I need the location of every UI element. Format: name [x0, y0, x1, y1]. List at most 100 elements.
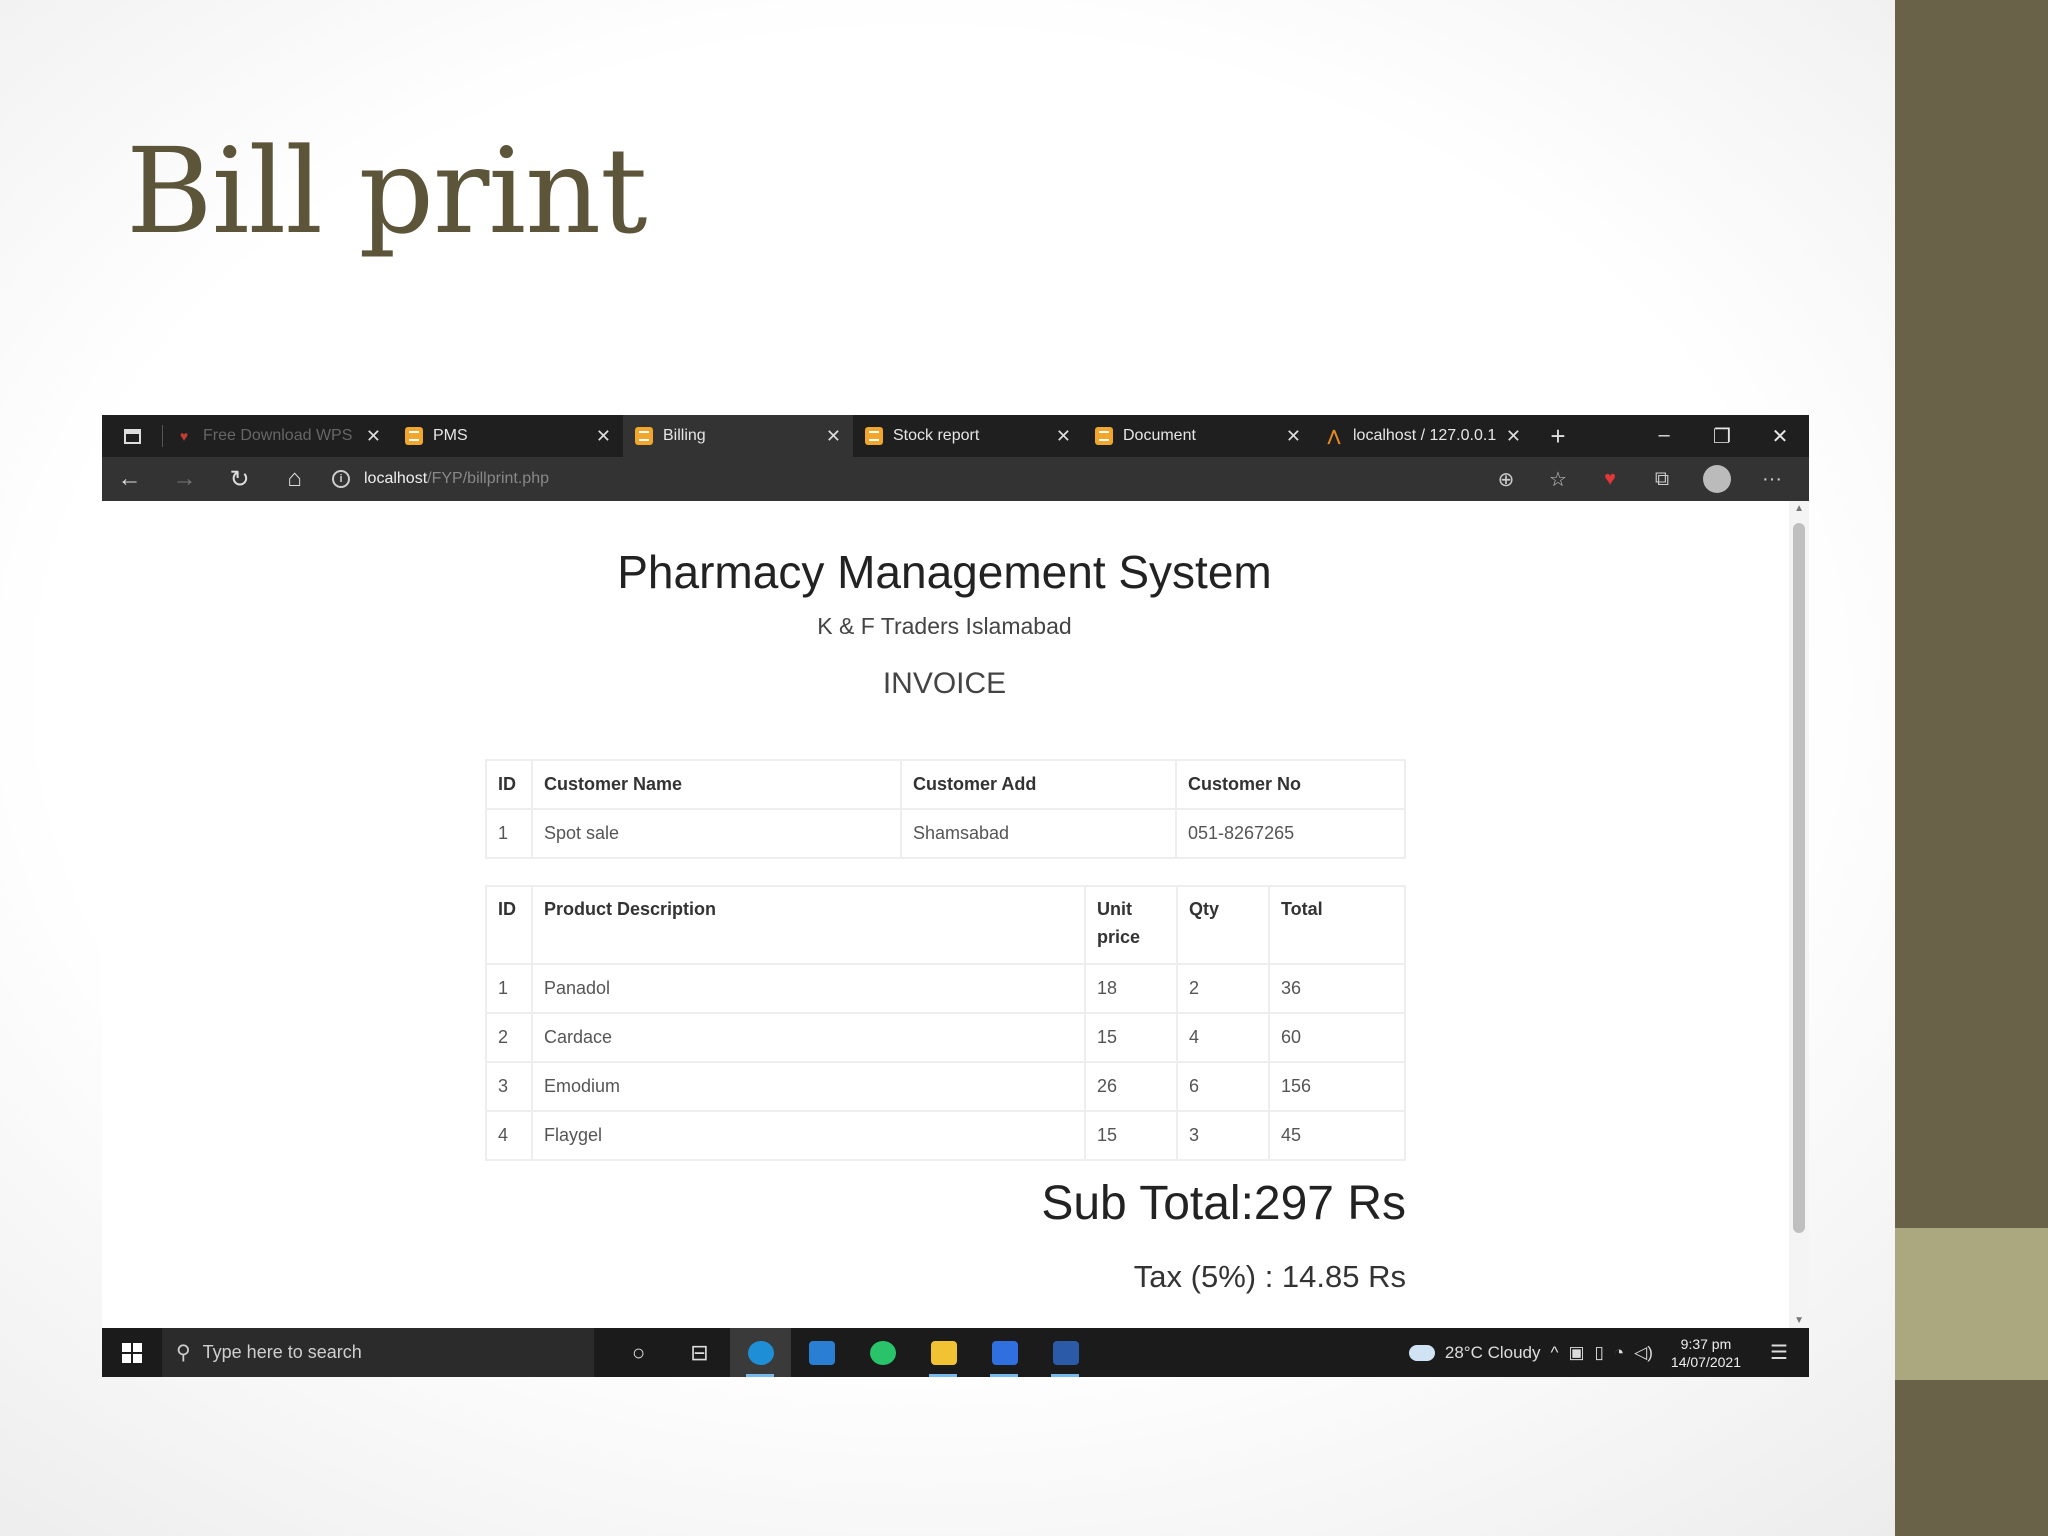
window-controls: – ❐ ✕	[1635, 424, 1809, 449]
notification-icon[interactable]: ☰	[1759, 1340, 1799, 1365]
xampp-icon	[865, 427, 883, 445]
tab-pms[interactable]: PMS ✕	[393, 415, 623, 457]
zoom-icon[interactable]: ⊕	[1483, 467, 1529, 492]
table-cell: 4	[485, 1110, 533, 1161]
close-window-button[interactable]: ✕	[1751, 424, 1809, 449]
minimize-button[interactable]: –	[1635, 424, 1693, 449]
profile-avatar[interactable]	[1703, 465, 1731, 493]
tab-actions-button[interactable]	[102, 415, 162, 457]
chevron-up-icon[interactable]: ^	[1550, 1343, 1558, 1363]
tab-wps[interactable]: ♥ Free Download WPS ✕	[163, 415, 393, 457]
table-row: 1 Panadol 18 2 36	[485, 963, 1406, 1014]
table-cell: Panadol	[531, 963, 1086, 1014]
tax-amount: Tax (5%) : 14.85 Rs	[1133, 1259, 1406, 1294]
volume-icon[interactable]: ◁)	[1634, 1343, 1653, 1363]
favorites-star-icon[interactable]: ☆	[1535, 467, 1581, 492]
product-table: ID Product Description Unit price Qty To…	[485, 885, 1406, 1161]
table-cell: 156	[1268, 1061, 1406, 1112]
table-cell: 2	[1176, 963, 1270, 1014]
home-button[interactable]: ⌂	[267, 465, 322, 493]
table-row: 4 Flaygel 15 3 45	[485, 1110, 1406, 1161]
column-header: Unit price	[1084, 885, 1178, 965]
vertical-scrollbar[interactable]: ▲ ▼	[1789, 501, 1809, 1328]
whatsapp-icon[interactable]	[852, 1328, 913, 1377]
info-icon[interactable]: i	[332, 470, 350, 488]
close-icon[interactable]: ✕	[1056, 426, 1071, 447]
window-icon	[123, 428, 141, 444]
table-cell: 6	[1176, 1061, 1270, 1112]
collections-icon[interactable]: ⧉	[1639, 468, 1685, 491]
tab-label: localhost / 127.0.0.1 /	[1353, 427, 1496, 444]
table-cell: 60	[1268, 1012, 1406, 1063]
scroll-up-icon[interactable]: ▲	[1794, 503, 1804, 514]
mail-icon[interactable]	[791, 1328, 852, 1377]
table-cell: Flaygel	[531, 1110, 1086, 1161]
close-icon[interactable]: ✕	[596, 426, 611, 447]
column-header: Customer No	[1175, 759, 1406, 810]
search-placeholder: Type here to search	[202, 1342, 362, 1362]
toolbar-actions: ⊕ ☆ ♥ ⧉ ···	[1483, 465, 1809, 493]
network-icon[interactable]: ▣	[1568, 1343, 1584, 1363]
wps-writer-icon[interactable]	[974, 1328, 1035, 1377]
browser-screenshot: ♥ Free Download WPS ✕ PMS ✕ Billing ✕ St…	[102, 415, 1809, 1377]
refresh-button[interactable]: ↻	[212, 465, 267, 494]
back-button[interactable]: ←	[102, 465, 157, 493]
table-row: 1 Spot sale Shamsabad 051-8267265	[485, 808, 1406, 859]
tab-label: Billing	[663, 427, 706, 444]
tab-phpmyadmin[interactable]: ⋀ localhost / 127.0.0.1 / ✕	[1313, 415, 1533, 457]
table-cell: 051-8267265	[1175, 808, 1406, 859]
column-header: ID	[485, 759, 533, 810]
clock-time: 9:37 pm	[1680, 1335, 1732, 1352]
close-icon[interactable]: ✕	[366, 426, 381, 447]
table-cell: Shamsabad	[900, 808, 1177, 859]
table-cell: 3	[485, 1061, 533, 1112]
close-icon[interactable]: ✕	[826, 426, 841, 447]
tab-label: PMS	[433, 427, 468, 444]
more-menu-icon[interactable]: ···	[1749, 468, 1795, 491]
cloud-icon	[1408, 1344, 1435, 1361]
company-title: Pharmacy Management System	[617, 546, 1272, 598]
table-cell: 15	[1084, 1012, 1178, 1063]
customer-table: ID Customer Name Customer Add Customer N…	[485, 759, 1406, 859]
tab-billing[interactable]: Billing ✕	[623, 415, 853, 457]
windows-taskbar: ⚲ Type here to search ○ ⊟ 28°C Cloudy ^ …	[102, 1328, 1809, 1377]
xampp-icon	[1095, 427, 1113, 445]
taskbar-search[interactable]: ⚲ Type here to search	[162, 1328, 594, 1377]
restore-button[interactable]: ❐	[1693, 424, 1751, 449]
table-cell: Cardace	[531, 1012, 1086, 1063]
scroll-down-icon[interactable]: ▼	[1794, 1315, 1804, 1326]
table-cell: 1	[485, 963, 533, 1014]
scrollbar-thumb[interactable]	[1793, 523, 1805, 1233]
forward-button[interactable]: →	[157, 465, 212, 493]
tab-document[interactable]: Document ✕	[1083, 415, 1313, 457]
column-header: Customer Add	[900, 759, 1177, 810]
table-cell: 26	[1084, 1061, 1178, 1112]
table-cell: 15	[1084, 1110, 1178, 1161]
tab-label: Document	[1123, 427, 1196, 444]
weather-text[interactable]: 28°C Cloudy	[1445, 1343, 1541, 1363]
invoice-heading: INVOICE	[882, 667, 1007, 700]
tab-stock-report[interactable]: Stock report ✕	[853, 415, 1083, 457]
taskbar-clock[interactable]: 9:37 pm 14/07/2021	[1671, 1335, 1741, 1371]
address-bar: ← → ↻ ⌂ i localhost/FYP/billprint.php ⊕ …	[102, 457, 1809, 501]
edge-icon[interactable]	[730, 1328, 791, 1377]
column-header: Qty	[1176, 885, 1270, 965]
extension-icon[interactable]: ♥	[1587, 468, 1633, 491]
file-explorer-icon[interactable]	[913, 1328, 974, 1377]
battery-icon[interactable]: ▯	[1595, 1343, 1604, 1363]
new-tab-button[interactable]: +	[1533, 421, 1583, 452]
word-icon[interactable]	[1035, 1328, 1096, 1377]
close-icon[interactable]: ✕	[1506, 426, 1521, 447]
task-view-icon[interactable]: ⊟	[669, 1328, 730, 1377]
system-tray: 28°C Cloudy ^ ▣ ▯ ◔ ◁) 9:37 pm 14/07/202…	[1408, 1335, 1809, 1371]
cortana-icon[interactable]: ○	[608, 1328, 669, 1377]
table-row: 2 Cardace 15 4 60	[485, 1012, 1406, 1063]
start-button[interactable]	[102, 1342, 162, 1363]
phpmyadmin-icon: ⋀	[1327, 428, 1341, 445]
url-field[interactable]: i localhost/FYP/billprint.php	[332, 470, 549, 488]
url-host: localhost	[364, 470, 428, 487]
close-icon[interactable]: ✕	[1286, 426, 1301, 447]
search-icon: ⚲	[176, 1342, 191, 1364]
wifi-icon[interactable]: ◔	[1614, 1343, 1624, 1363]
table-row: 3 Emodium 26 6 156	[485, 1061, 1406, 1112]
